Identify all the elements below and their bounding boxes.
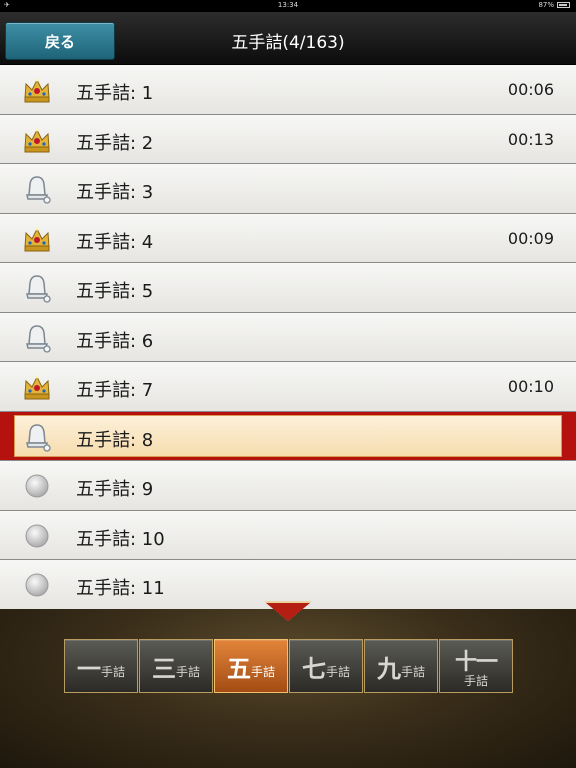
bell-icon — [22, 174, 52, 204]
tab-mate-11[interactable]: 十一 手詰 — [439, 639, 513, 693]
list-item[interactable]: 五手詰: 9 — [0, 461, 576, 511]
battery-icon — [557, 2, 570, 8]
list-item-time: 00:10 — [507, 377, 554, 396]
list-item-label: 五手詰: 4 — [76, 231, 154, 253]
list-item-label: 五手詰: 11 — [76, 578, 165, 599]
mate-length-tabs: 一手詰三手詰五手詰七手詰九手詰 十一 手詰 — [64, 639, 514, 693]
list-item[interactable]: 五手詰: 5 — [0, 263, 576, 313]
tab-suffix: 手詰 — [250, 664, 275, 679]
tab-suffix: 手詰 — [325, 664, 350, 679]
list-item-label: 五手詰: 6 — [76, 330, 154, 352]
list-item-label: 五手詰: 1 — [76, 83, 154, 104]
page-title: 五手詰(4/163) — [231, 33, 345, 53]
list-item[interactable]: 五手詰: 4 00:09 — [0, 213, 576, 263]
tab-mate-5[interactable]: 五手詰 — [214, 639, 288, 693]
tab-mate-1[interactable]: 一手詰 — [64, 639, 138, 693]
tab-suffix: 手詰 — [463, 673, 488, 688]
bell-icon — [22, 323, 52, 353]
list-item-label: 五手詰: 8 — [76, 429, 154, 451]
battery-percent: 87% — [538, 1, 554, 9]
tab-number: 五 — [226, 654, 251, 683]
collapse-arrow-icon[interactable] — [266, 603, 310, 621]
tab-number: 七 — [301, 654, 326, 683]
list-item[interactable]: 五手詰: 1 00:06 — [0, 65, 576, 115]
crown-icon — [22, 75, 52, 105]
list-item[interactable]: 五手詰: 8 — [0, 411, 576, 461]
status-bar: ✈ 13:34 87% — [0, 0, 576, 12]
crown-icon — [22, 372, 52, 402]
list-item-time: 00:06 — [507, 80, 554, 99]
tab-number: 三 — [151, 654, 176, 683]
list-item[interactable]: 五手詰: 10 — [0, 510, 576, 560]
tab-suffix: 手詰 — [175, 664, 200, 679]
problem-list[interactable]: 五手詰: 1 00:06 五手詰: 2 00:13 五手詰: 3 五手詰: 4 00:… — [0, 65, 576, 609]
list-item-label: 五手詰: 3 — [76, 182, 154, 203]
status-time: 13:34 — [277, 1, 299, 9]
tab-mate-7[interactable]: 七手詰 — [289, 639, 363, 693]
crown-icon — [22, 224, 52, 254]
list-item-time: 00:13 — [507, 129, 554, 149]
list-item-label: 五手詰: 2 — [76, 132, 154, 154]
bell-icon — [22, 273, 52, 303]
tab-suffix: 手詰 — [100, 664, 125, 679]
list-item[interactable]: 五手詰: 3 — [0, 164, 576, 214]
tab-suffix: 手詰 — [400, 664, 425, 679]
tab-number: 一 — [76, 654, 101, 683]
circle-icon — [22, 521, 52, 551]
bell-icon — [22, 422, 52, 452]
list-item-time: 00:09 — [507, 228, 554, 248]
list-item-label: 五手詰: 9 — [76, 479, 154, 500]
list-item-label: 五手詰: 10 — [76, 528, 165, 550]
circle-icon — [22, 471, 52, 501]
tab-mate-3[interactable]: 三手詰 — [139, 639, 213, 693]
list-item[interactable]: 五手詰: 6 — [0, 312, 576, 362]
list-item-label: 五手詰: 7 — [76, 380, 154, 401]
status-battery: 87% — [538, 1, 570, 9]
circle-icon — [22, 570, 52, 600]
crown-icon — [22, 125, 52, 155]
list-item-label: 五手詰: 5 — [76, 281, 154, 302]
bottom-panel: 一手詰三手詰五手詰七手詰九手詰 十一 手詰 — [0, 601, 576, 768]
tab-mate-9[interactable]: 九手詰 — [364, 639, 438, 693]
list-item[interactable]: 五手詰: 7 00:10 — [0, 362, 576, 412]
tab-number: 九 — [376, 654, 401, 683]
list-item[interactable]: 五手詰: 2 00:13 — [0, 114, 576, 164]
header-bar: 戻る 五手詰(4/163) — [0, 12, 576, 65]
